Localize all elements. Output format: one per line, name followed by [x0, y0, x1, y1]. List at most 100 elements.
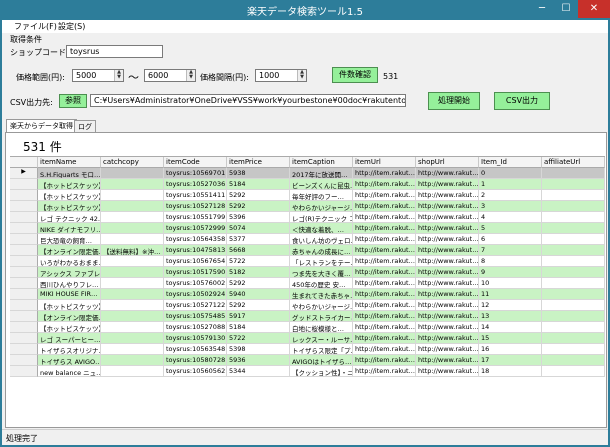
- table-cell: http://www.rakut…: [416, 212, 479, 223]
- csv-path-input[interactable]: C:¥Users¥Administrator¥OneDrive¥VSS¥work…: [90, 94, 406, 107]
- table-row[interactable]: トイザらスオリジナ… toysrus:10563548 5398 トイザらス限定「プ……: [10, 344, 605, 355]
- menu-settings[interactable]: 設定(S): [58, 21, 85, 32]
- row-header[interactable]: [10, 223, 38, 234]
- price-max-stepper[interactable]: 6000 ▲ ▼: [144, 69, 196, 82]
- grid-header: itemName catchcopy itemCode itemPrice itemCa…: [10, 157, 605, 168]
- tab-log[interactable]: ログ: [74, 120, 96, 132]
- row-header[interactable]: [10, 344, 38, 355]
- count-check-button[interactable]: 件数確認: [332, 67, 378, 83]
- table-cell: [542, 245, 605, 256]
- row-header[interactable]: [10, 278, 38, 289]
- table-cell: [101, 201, 164, 212]
- table-cell: ビーンズくんに昆虫…: [290, 179, 353, 190]
- table-cell: 12: [479, 300, 542, 311]
- table-row[interactable]: レゴ スーパーヒー… toysrus:10579130 5722 レックスー・ルーサ……: [10, 333, 605, 344]
- window-title: 楽天データ検索ツール1.5: [247, 7, 363, 18]
- table-row[interactable]: 【ホットピスケッツ】… toysrus:105271285292やわらかいジャージ…: [10, 201, 605, 212]
- row-header[interactable]: [10, 234, 38, 245]
- table-row[interactable]: アシックス ファブレ… toysrus:10517590 5182 つま先を大きく覆……: [10, 267, 605, 278]
- table-cell: [101, 212, 164, 223]
- maximize-button[interactable]: ☐: [554, 0, 578, 18]
- title-bar[interactable]: 楽天データ検索ツール1.5 ─ ☐ ✕: [0, 0, 610, 20]
- table-row[interactable]: 【ホットピスケッツ】… toysrus:105270365184ビーンズくんに昆虫…: [10, 179, 605, 190]
- row-header[interactable]: [10, 245, 38, 256]
- table-row[interactable]: ▶ S.H.Figuarts モロ… toysrus:10569701 5938 201…: [10, 168, 605, 179]
- browse-button[interactable]: 参照: [59, 94, 87, 108]
- table-cell: toysrus:10572999: [164, 223, 227, 234]
- table-cell: 5396: [227, 212, 290, 223]
- table-cell: [101, 223, 164, 234]
- table-cell: 「レストランをテー…: [290, 256, 353, 267]
- row-header[interactable]: [10, 267, 38, 278]
- table-cell: http://item.rakut…: [353, 289, 416, 300]
- table-row[interactable]: トイザらス AVIGO… toysrus:10580728 5936 AVIGOはトイ…: [10, 355, 605, 366]
- column-header[interactable]: catchcopy: [101, 157, 164, 168]
- table-row[interactable]: 【ホットピスケッツ】… toysrus:105271225292やわらかいジャージ…: [10, 300, 605, 311]
- minimize-button[interactable]: ─: [530, 0, 554, 18]
- column-header[interactable]: itemCaption: [290, 157, 353, 168]
- tab-fetch[interactable]: 楽天からデータ取得: [6, 119, 77, 132]
- table-row[interactable]: レゴ テクニック 42… toysrus:10551799 5396 レゴ(R)テクニ…: [10, 212, 605, 223]
- spin-arrows-icon[interactable]: ▲ ▼: [297, 70, 306, 81]
- table-cell: toysrus:10564358: [164, 234, 227, 245]
- close-button[interactable]: ✕: [578, 0, 610, 18]
- menu-file[interactable]: ファイル(F): [14, 21, 57, 32]
- table-cell: http://item.rakut…: [353, 179, 416, 190]
- table-cell: [542, 234, 605, 245]
- table-cell: [101, 311, 164, 322]
- close-icon: ✕: [589, 3, 599, 14]
- table-row[interactable]: いろがわかるおまま… toysrus:10567654 5722 「レストランをテー……: [10, 256, 605, 267]
- start-button[interactable]: 処理開始: [428, 92, 480, 110]
- row-header[interactable]: [10, 289, 38, 300]
- row-header[interactable]: [10, 366, 38, 377]
- row-header[interactable]: [10, 333, 38, 344]
- row-header[interactable]: [10, 355, 38, 366]
- table-cell: [542, 267, 605, 278]
- table-row[interactable]: MIKI HOUSE FIR… toysrus:10502924 5940 生まれてき…: [10, 289, 605, 300]
- table-row[interactable]: 【ホットピスケッツ】…toysrus:105270885184白地に桜模様と…h…: [10, 322, 605, 333]
- row-header[interactable]: [10, 190, 38, 201]
- shop-code-input[interactable]: toysrus: [66, 45, 163, 58]
- table-row[interactable]: 巨大恐竜の飼育… toysrus:10564358 5377 食いしん坊のヴェロ… ht…: [10, 234, 605, 245]
- table-row[interactable]: 【ホットピスケッツ】…toysrus:105514115292毎年好評のフー…h…: [10, 190, 605, 201]
- column-header[interactable]: shopUrl: [416, 157, 479, 168]
- table-cell: toysrus:10576002: [164, 278, 227, 289]
- table-cell: [542, 179, 605, 190]
- table-cell: 5182: [227, 267, 290, 278]
- maximize-icon: ☐: [561, 3, 571, 14]
- column-header[interactable]: itemUrl: [353, 157, 416, 168]
- spin-arrows-icon[interactable]: ▲ ▼: [186, 70, 195, 81]
- row-header[interactable]: [10, 256, 38, 267]
- table-row[interactable]: 西川ひんやりフレ… toysrus:10576002 5292 450年の歴史 安… h…: [10, 278, 605, 289]
- row-header[interactable]: [10, 212, 38, 223]
- table-row[interactable]: NIKE ダイナモフリ… toysrus:10572999 5074 ＜快適な着脱、……: [10, 223, 605, 234]
- column-header[interactable]: itemName: [38, 157, 101, 168]
- row-header[interactable]: [10, 179, 38, 190]
- spin-arrows-icon[interactable]: ▲ ▼: [114, 70, 123, 81]
- table-cell: [542, 212, 605, 223]
- row-header[interactable]: [10, 300, 38, 311]
- price-min-stepper[interactable]: 5000 ▲ ▼: [72, 69, 124, 82]
- price-step-stepper[interactable]: 1000 ▲ ▼: [255, 69, 307, 82]
- table-cell: 5184: [227, 322, 290, 333]
- table-cell: 14: [479, 322, 542, 333]
- table-cell: 5184: [227, 179, 290, 190]
- row-header[interactable]: [10, 311, 38, 322]
- row-header[interactable]: [10, 322, 38, 333]
- table-cell: レゴ テクニック 42…: [38, 212, 101, 223]
- table-cell: 15: [479, 333, 542, 344]
- column-header[interactable]: itemCode: [164, 157, 227, 168]
- table-row[interactable]: 【オンライン限定価… toysrus:105754855917グッドストライカーと…: [10, 311, 605, 322]
- table-row[interactable]: new balance ニュ… toysrus:10560562 5344 【クッショ…: [10, 366, 605, 377]
- column-header[interactable]: Item_Id: [479, 157, 542, 168]
- table-cell: toysrus:10527122: [164, 300, 227, 311]
- column-header[interactable]: itemPrice: [227, 157, 290, 168]
- table-cell: toysrus:10569701: [164, 168, 227, 179]
- column-header[interactable]: affiliateUrl: [542, 157, 605, 168]
- data-grid[interactable]: itemName catchcopy itemCode itemPrice itemCa…: [10, 156, 605, 426]
- row-header[interactable]: [10, 201, 38, 212]
- csv-output-button[interactable]: CSV出力: [494, 92, 550, 110]
- table-row[interactable]: 【オンライン限定価… 【送料無料】※沖… toysrus:10475813 5668 赤…: [10, 245, 605, 256]
- current-row-icon[interactable]: ▶: [10, 168, 38, 179]
- price-min-value: 5000: [76, 71, 97, 80]
